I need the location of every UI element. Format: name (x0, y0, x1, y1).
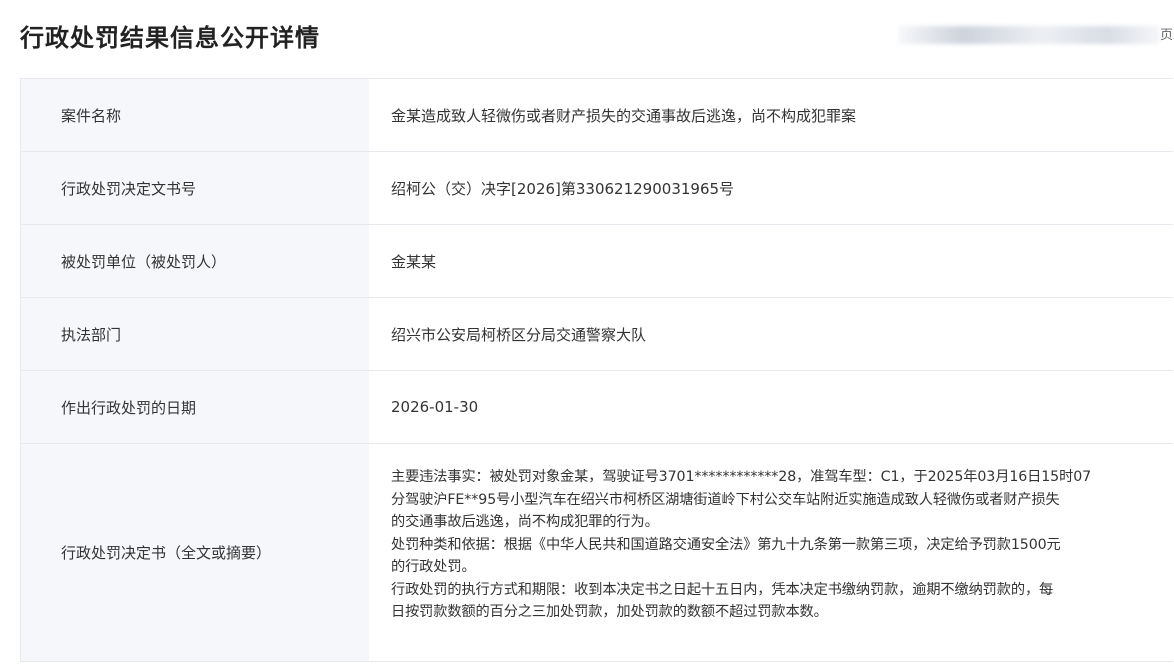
table-row-decision-document: 行政处罚决定书（全文或摘要） 主要违法事实：被处罚对象金某，驾驶证号3701**… (21, 444, 1173, 662)
decision-line: 主要违法事实：被处罚对象金某，驾驶证号3701************28，准驾… (391, 469, 1092, 485)
decision-line: 行政处罚的执行方式和期限：收到本决定书之日起十五日内，凭本决定书缴纳罚款，逾期不… (391, 581, 1054, 598)
header-fragment: 页 (1160, 28, 1172, 43)
row-label: 行政处罚决定文书号 (21, 152, 369, 224)
table-row-case-name: 案件名称 金某造成致人轻微伤或者财产损失的交通事故后逃逸，尚不构成犯罪案 (21, 79, 1173, 152)
table-row-decision-date: 作出行政处罚的日期 2026-01-30 (21, 371, 1173, 444)
row-value: 金某造成致人轻微伤或者财产损失的交通事故后逃逸，尚不构成犯罪案 (369, 79, 1173, 151)
row-label: 被处罚单位（被处罚人） (21, 225, 369, 297)
redacted-header-area (898, 26, 1160, 44)
row-label: 案件名称 (21, 79, 369, 151)
row-value: 2026-01-30 (369, 371, 1173, 443)
decision-line: 处罚种类和依据：根据《中华人民共和国道路交通安全法》第九十九条第一款第三项，决定… (391, 536, 1061, 553)
row-label: 作出行政处罚的日期 (21, 371, 369, 443)
detail-table: 案件名称 金某造成致人轻微伤或者财产损失的交通事故后逃逸，尚不构成犯罪案 行政处… (20, 78, 1173, 662)
decision-line: 的行政处罚。 (391, 559, 476, 575)
row-label: 行政处罚决定书（全文或摘要） (21, 444, 369, 661)
row-label: 执法部门 (21, 298, 369, 370)
decision-line: 分驾驶沪FE**95号小型汽车在绍兴市柯桥区湖塘街道岭下村公交车站附近实施造成致… (391, 491, 1060, 508)
decision-line: 日按罚款数额的百分之三加处罚款，加处罚款的数额不超过罚款本数。 (391, 604, 828, 620)
decision-text: 主要违法事实：被处罚对象金某，驾驶证号3701************28，准驾… (369, 444, 1173, 661)
table-row-document-number: 行政处罚决定文书号 绍柯公（交）决字[2026]第330621290031965… (21, 152, 1173, 225)
table-row-enforcement-department: 执法部门 绍兴市公安局柯桥区分局交通警察大队 (21, 298, 1173, 371)
row-value: 绍柯公（交）决字[2026]第330621290031965号 (369, 152, 1173, 224)
table-row-penalized-party: 被处罚单位（被处罚人） 金某某 (21, 225, 1173, 298)
row-value: 金某某 (369, 225, 1173, 297)
row-value: 绍兴市公安局柯桥区分局交通警察大队 (369, 298, 1173, 370)
decision-line: 的交通事故后逃逸，尚不构成犯罪的行为。 (391, 514, 659, 530)
page-title: 行政处罚结果信息公开详情 (20, 24, 320, 52)
